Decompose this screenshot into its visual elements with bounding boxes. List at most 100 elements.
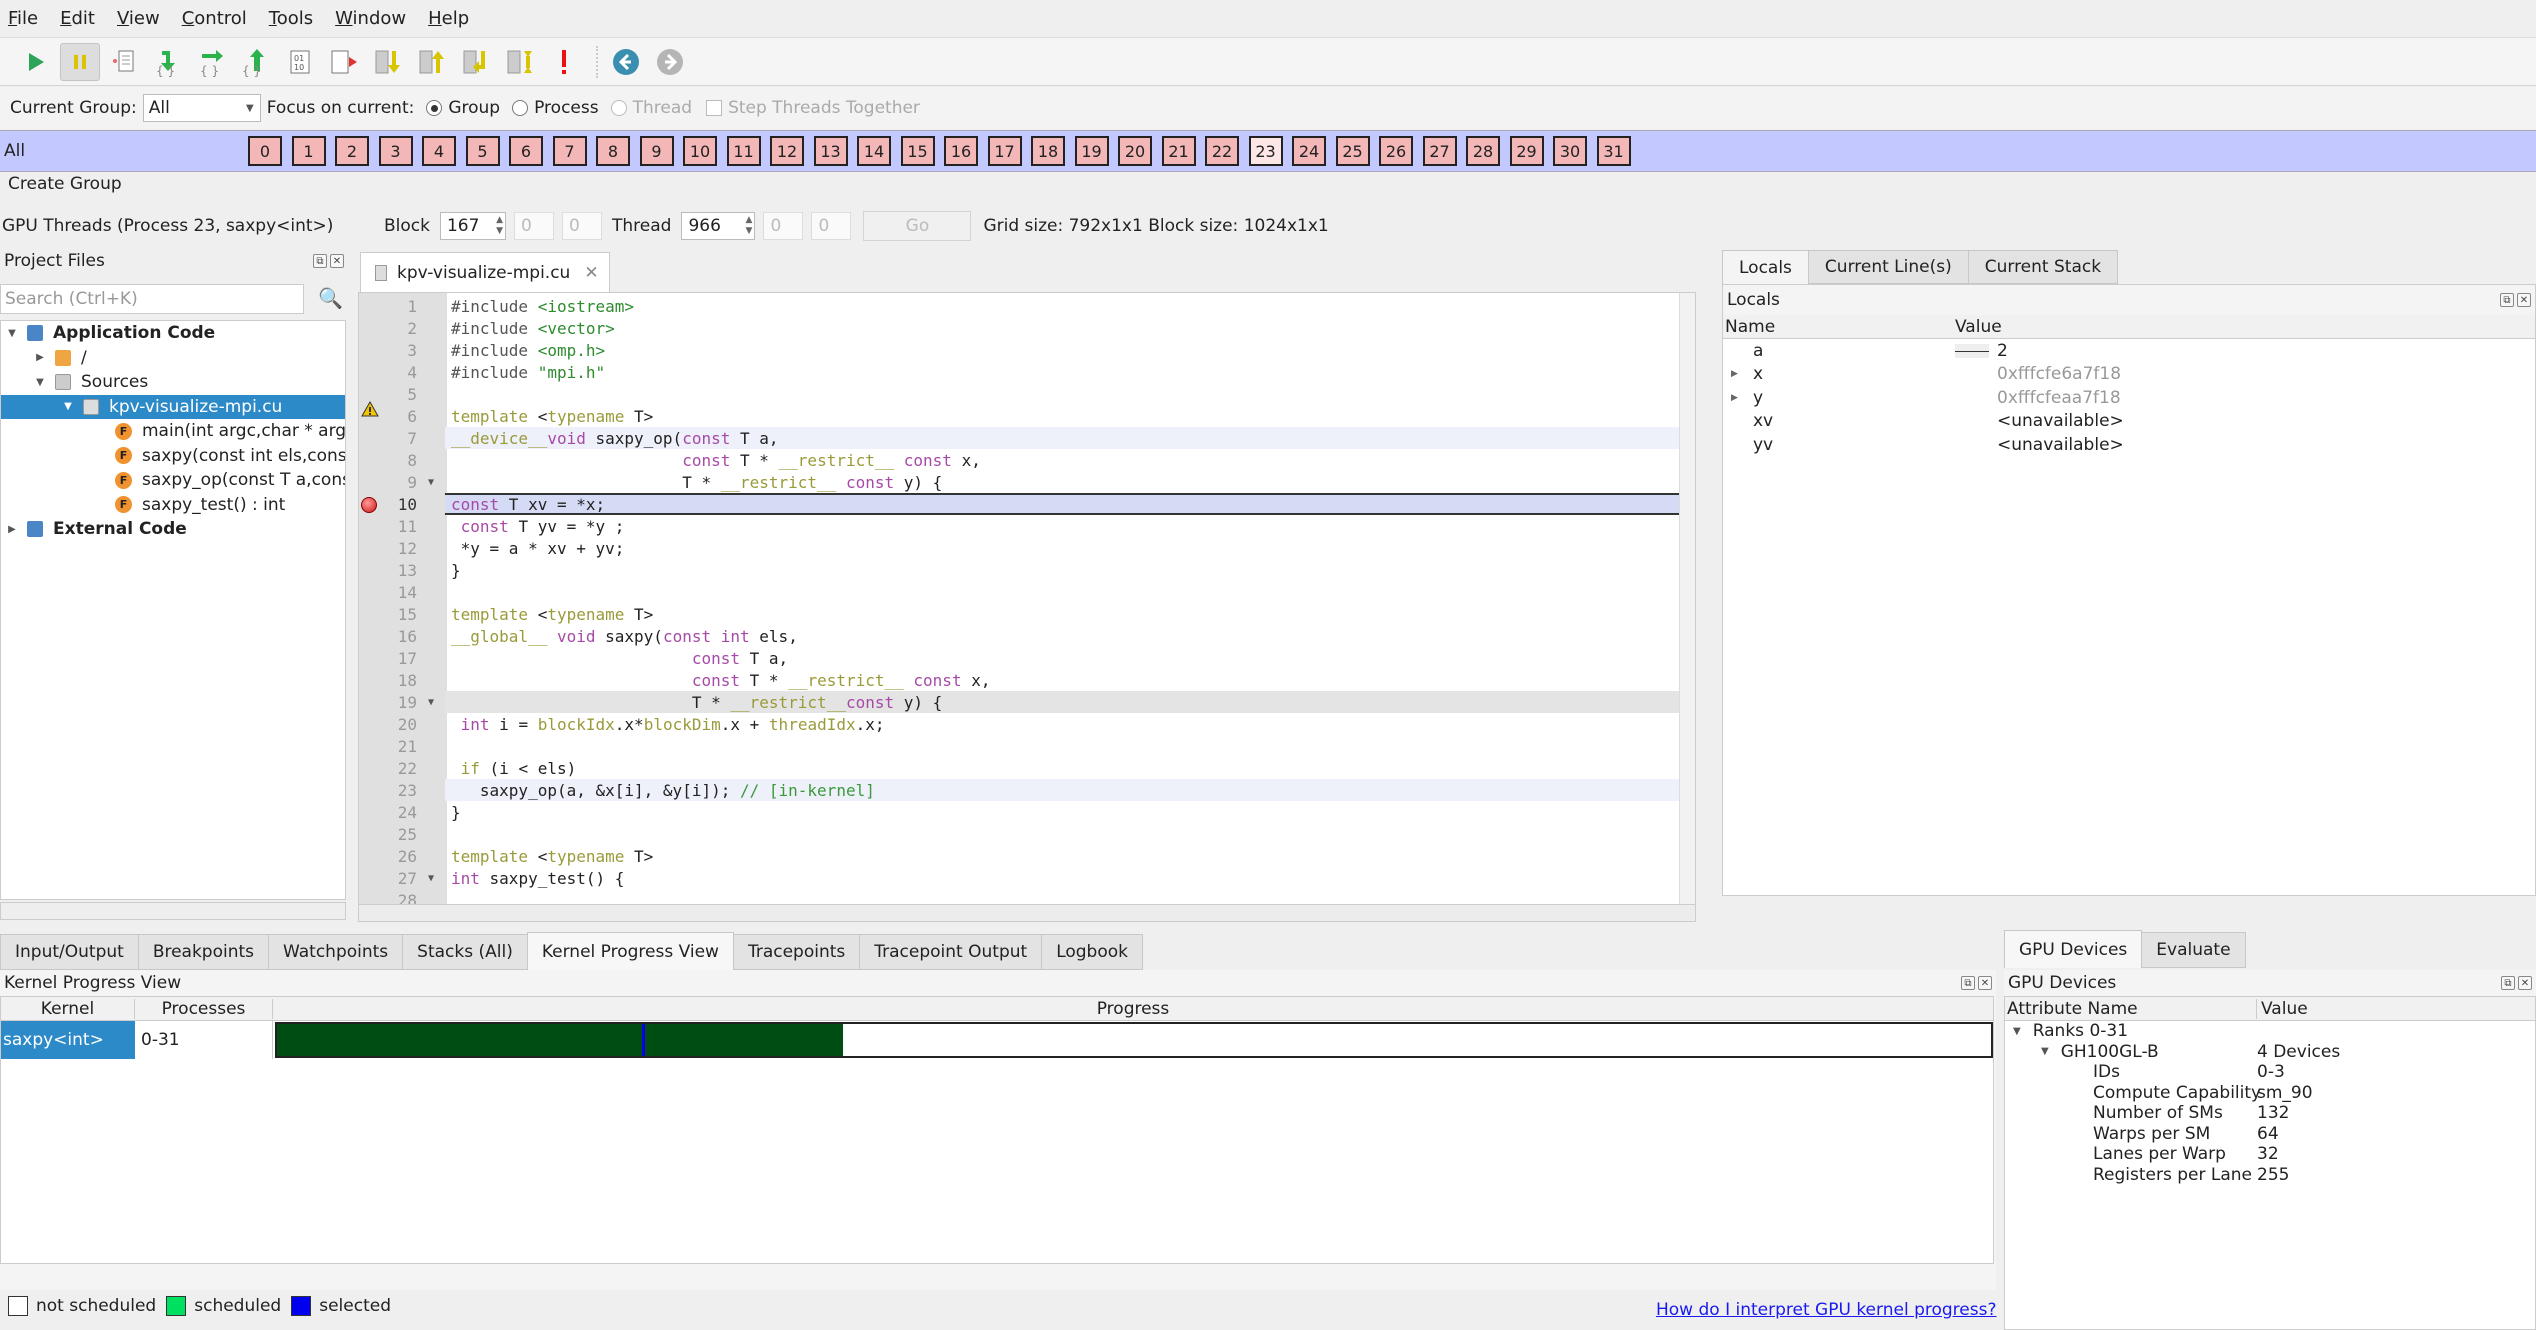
code-line[interactable]: 8 const T * __restrict__ const x, xyxy=(359,449,1679,471)
line-number[interactable]: 12 xyxy=(359,539,417,558)
step-threads-checkbox[interactable] xyxy=(706,100,723,116)
float-icon[interactable]: ⧉ xyxy=(1961,976,1975,990)
process-6[interactable]: 6 xyxy=(509,136,543,166)
float-icon[interactable]: ⧉ xyxy=(313,254,327,268)
play-icon[interactable] xyxy=(16,43,56,81)
process-3[interactable]: 3 xyxy=(378,136,413,166)
column-processes[interactable]: Processes xyxy=(135,998,273,1019)
gpu-attribute-row[interactable]: Number of SMs 132 xyxy=(2005,1103,2535,1124)
kernel-progress-help-link[interactable]: How do I interpret GPU kernel progress? xyxy=(1656,1300,1996,1320)
line-number[interactable]: 23 xyxy=(359,781,417,800)
column-attribute[interactable]: Attribute Name xyxy=(2005,998,2257,1019)
thread-y-spinner[interactable]: 0 xyxy=(763,212,804,240)
process-10[interactable]: 10 xyxy=(683,136,717,166)
chevron-down-icon[interactable]: ▼ xyxy=(2013,1026,2021,1037)
column-progress[interactable]: Progress xyxy=(273,999,1993,1019)
tab-tracepoint-output[interactable]: Tracepoint Output xyxy=(859,934,1043,970)
process-16[interactable]: 16 xyxy=(944,136,978,166)
run-to-line-icon[interactable] xyxy=(104,43,144,81)
code-line[interactable]: 1 #include <iostream> xyxy=(359,295,1679,317)
tab-kernel-progress-view[interactable]: Kernel Progress View xyxy=(526,932,734,970)
tab-locals[interactable]: Locals xyxy=(1722,250,1809,284)
forward-icon[interactable] xyxy=(650,43,690,81)
line-number[interactable]: 18 xyxy=(359,671,417,690)
line-number[interactable]: 11 xyxy=(359,517,417,536)
step-over-icon[interactable]: { } xyxy=(192,43,232,81)
float-icon[interactable]: ⧉ xyxy=(2500,293,2514,307)
line-number[interactable]: 20 xyxy=(359,715,417,734)
back-icon[interactable] xyxy=(606,43,646,81)
code-line[interactable]: 19 ▼ T * __restrict__ const y) { xyxy=(359,691,1679,713)
line-number[interactable]: 6 xyxy=(359,407,417,426)
step-out-icon[interactable]: { } xyxy=(236,43,276,81)
code-line[interactable]: 4 #include "mpi.h" xyxy=(359,361,1679,383)
chevron-right-icon[interactable]: ▶ xyxy=(1731,393,1753,403)
local-row[interactable]: ▶ y 0xfffcfeaa7f18 xyxy=(1723,386,2535,410)
process-27[interactable]: 27 xyxy=(1422,136,1457,166)
tree-item-external-code[interactable]: ▶ External Code xyxy=(1,517,345,542)
tree-item-root[interactable]: ▶ / xyxy=(1,346,345,371)
line-number[interactable]: 2 xyxy=(359,319,417,338)
align-stack-icon[interactable] xyxy=(500,43,540,81)
code-line[interactable]: 10 const T xv = *x; xyxy=(359,493,1679,515)
bottom-stack-icon[interactable] xyxy=(456,43,496,81)
code-editor[interactable]: 1 #include <iostream> 2 #include <vector> 3 #… xyxy=(358,292,1696,906)
line-number[interactable]: 26 xyxy=(359,847,417,866)
gpu-attribute-row[interactable]: Compute Capability sm_90 xyxy=(2005,1083,2535,1104)
line-number[interactable]: 8 xyxy=(359,451,417,470)
line-number[interactable]: 3 xyxy=(359,341,417,360)
process-1[interactable]: 1 xyxy=(291,136,326,166)
down-stack-icon[interactable] xyxy=(368,43,408,81)
code-line[interactable]: 5 xyxy=(359,383,1679,405)
line-number[interactable]: 27 xyxy=(359,869,417,888)
tree-item-function[interactable]: Fsaxpy_op(const T a,const xyxy=(1,468,345,493)
process-8[interactable]: 8 xyxy=(596,136,630,166)
local-row[interactable]: xv <unavailable> xyxy=(1723,410,2535,434)
kernel-name[interactable]: saxpy<int> xyxy=(1,1021,135,1059)
process-0[interactable]: 0 xyxy=(248,136,282,166)
menu-tools[interactable]: Tools xyxy=(269,8,313,29)
menu-control[interactable]: Control xyxy=(182,8,247,29)
create-group-button[interactable]: Create Group xyxy=(8,174,122,194)
code-line[interactable]: 25 xyxy=(359,823,1679,845)
tree-item-function[interactable]: Fsaxpy_test() : int xyxy=(1,493,345,518)
line-number[interactable]: 15 xyxy=(359,605,417,624)
line-number[interactable]: 10 xyxy=(359,495,417,514)
code-line[interactable]: 18 const T * __restrict__ const x, xyxy=(359,669,1679,691)
code-line[interactable]: 27 ▼ int saxpy_test() { xyxy=(359,867,1679,889)
local-row[interactable]: ▶ x 0xfffcfe6a7f18 xyxy=(1723,363,2535,387)
tab-watchpoints[interactable]: Watchpoints xyxy=(268,934,404,970)
code-line[interactable]: 11 const T yv = *y ; xyxy=(359,515,1679,537)
line-number[interactable]: 5 xyxy=(359,385,417,404)
fold-icon[interactable]: ▼ xyxy=(417,477,445,488)
chevron-down-icon[interactable]: ▼ xyxy=(61,401,75,412)
editor-tab[interactable]: kpv-visualize-mpi.cu ✕ xyxy=(360,252,610,292)
block-z-spinner[interactable]: 0 xyxy=(561,212,602,240)
process-13[interactable]: 13 xyxy=(813,136,848,166)
process-26[interactable]: 26 xyxy=(1379,136,1413,166)
fold-icon[interactable]: ▼ xyxy=(417,873,445,884)
tree-item-function[interactable]: Fsaxpy(const int els,const xyxy=(1,444,345,469)
column-kernel[interactable]: Kernel xyxy=(1,998,135,1019)
close-icon[interactable]: ✕ xyxy=(1978,976,1992,990)
gpu-attribute-row[interactable]: Warps per SM 64 xyxy=(2005,1124,2535,1145)
tree-item-sources[interactable]: ▼ Sources xyxy=(1,370,345,395)
column-value[interactable]: Value xyxy=(1955,317,2002,337)
line-number[interactable]: 21 xyxy=(359,737,417,756)
code-line[interactable]: 24} xyxy=(359,801,1679,823)
binary-icon[interactable]: 01 10 xyxy=(280,43,320,81)
code-line[interactable]: 9 ▼ T * __restrict__ const y) { xyxy=(359,471,1679,493)
close-icon[interactable]: ✕ xyxy=(2517,293,2531,307)
code-line[interactable]: 17 const T a, xyxy=(359,647,1679,669)
process-25[interactable]: 25 xyxy=(1335,136,1370,166)
tab-logbook[interactable]: Logbook xyxy=(1041,934,1143,970)
up-stack-icon[interactable] xyxy=(412,43,452,81)
gpu-attribute-row[interactable]: Lanes per Warp 32 xyxy=(2005,1144,2535,1165)
column-name[interactable]: Name xyxy=(1723,317,1955,337)
process-14[interactable]: 14 xyxy=(857,136,891,166)
process-19[interactable]: 19 xyxy=(1074,136,1109,166)
kernel-progress-bar[interactable] xyxy=(275,1022,1993,1058)
tab-current-lines[interactable]: Current Line(s) xyxy=(1807,250,1969,284)
process-30[interactable]: 30 xyxy=(1553,136,1587,166)
menu-view[interactable]: View xyxy=(117,8,160,29)
